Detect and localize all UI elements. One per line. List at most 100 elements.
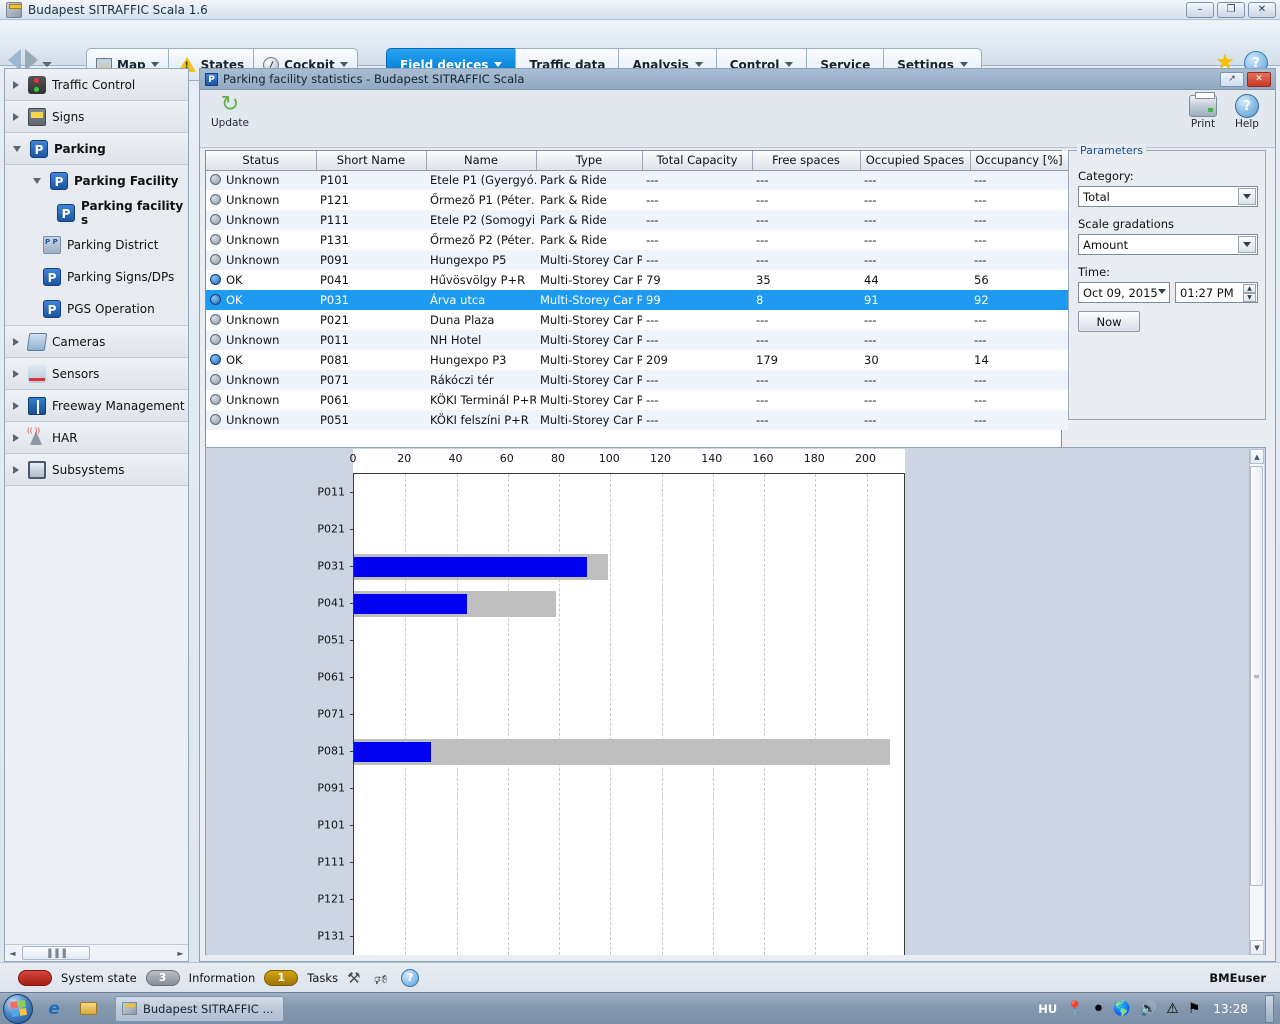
column-header-occupied-spaces[interactable]: Occupied Spaces [860,151,971,171]
column-header-total-capacity[interactable]: Total Capacity [642,151,753,171]
sidebar-item-pgs-operation[interactable]: P PGS Operation [5,293,188,325]
show-desktop-button[interactable] [1265,994,1274,1023]
chevron-down-icon[interactable] [42,61,52,67]
table-row[interactable]: Unknown P091 Hungexpo P5 Multi-Storey Car P… [206,250,1068,270]
chevron-right-icon[interactable] [13,80,19,89]
network-alert-icon[interactable]: ⚫ [1093,1001,1105,1017]
scroll-up-icon[interactable]: ▲ [1250,449,1264,464]
sidebar-item-parking-district[interactable]: Parking District [5,229,188,261]
scrollbar-thumb[interactable]: ≡ [1250,466,1263,886]
category-select[interactable]: Total [1078,186,1258,207]
chart-gridline [661,474,663,955]
sidebar-item-sensors[interactable]: Sensors [5,358,188,390]
chevron-right-icon[interactable] [13,465,19,474]
update-warning-icon[interactable]: ⚠ [1166,1001,1179,1017]
chevron-down-icon[interactable] [1238,188,1256,205]
stepper-down-icon[interactable]: ▼ [1243,293,1256,302]
table-row[interactable]: Unknown P111Etele P2 (Somogyi …Park & Rid… [206,210,1068,230]
minimize-button[interactable]: – [1186,2,1214,18]
chevron-down-icon[interactable] [13,145,21,152]
table-row[interactable]: Unknown P101 Etele P1 (Gyergyó… Park & Ride… [206,170,1068,190]
table-row[interactable]: OKP081Hungexpo P3Multi-Storey Car P…2091… [206,350,1068,370]
scrollbar-thumb[interactable]: ▐▐▐ [22,946,90,960]
column-header-occupancy-pct[interactable]: Occupancy [%] [970,151,1069,171]
chevron-right-icon[interactable] [13,369,19,378]
scroll-left-icon[interactable]: ◄ [5,946,20,961]
now-button[interactable]: Now [1078,311,1140,332]
volume-icon[interactable]: 🔊 [1140,1001,1157,1017]
globe-icon[interactable]: 🌎 [1113,1001,1130,1017]
chevron-down-icon[interactable] [694,62,703,67]
chart-y-tick-label: P031 [317,559,345,572]
stepper-up-icon[interactable]: ▲ [1243,284,1256,293]
column-header-short-name[interactable]: Short Name [316,151,427,171]
tools-icon[interactable] [347,969,365,987]
table-row[interactable]: Unknown P131 Őrmező P2 (Péter… Park & Ride -… [206,230,1068,250]
table-row[interactable]: Unknown P071 Rákóczi tér Multi-Storey Car P… [206,370,1068,390]
mute-bell-icon[interactable] [374,969,392,987]
quick-launch-explorer[interactable] [75,996,101,1022]
chevron-down-icon[interactable] [1238,236,1256,253]
cell-status: OK [206,270,316,290]
chevron-right-icon[interactable] [13,337,19,346]
taskbar-item-sitraffic[interactable]: Budapest SITRAFFIC ... [115,995,285,1022]
sidebar-item-har[interactable]: HAR [5,422,188,454]
print-button[interactable]: Print [1183,92,1223,130]
flag-alert-icon[interactable]: ⚑ [1188,1001,1201,1017]
chevron-down-icon[interactable] [1158,289,1166,294]
chevron-right-icon[interactable] [13,401,19,410]
table-row[interactable]: Unknown P061 KÖKI Terminál P+R Multi-Storey… [206,390,1068,410]
column-header-status[interactable]: Status [206,151,317,171]
quick-launch-internet-explorer[interactable]: e [41,996,67,1022]
chevron-down-icon[interactable] [959,62,968,67]
sidebar-item-parking-signs-dps[interactable]: P Parking Signs/DPs [5,261,188,293]
table-row[interactable]: UnknownP011NH HotelMulti-Storey Car P…--… [206,330,1068,350]
system-state-badge[interactable] [18,969,52,986]
help-icon[interactable]: ? [401,968,420,987]
sidebar-item-parking[interactable]: P Parking [5,133,188,165]
sidebar-item-subsystems[interactable]: Subsystems [5,454,188,486]
time-stepper[interactable]: ▲ ▼ [1243,284,1256,302]
sidebar-item-parking-facility[interactable]: P Parking Facility [5,165,188,197]
sidebar-item-freeway-management[interactable]: Freeway Management [5,390,188,422]
table-row[interactable]: Unknown P021Duna PlazaMulti-Storey Car P…… [206,310,1068,330]
sidebar-item-signs[interactable]: Signs [5,101,188,133]
pin-icon[interactable]: 📍 [1066,1001,1083,1017]
chevron-down-icon[interactable] [150,62,159,67]
table-row[interactable]: OK P041Hűvösvölgy P+RMulti-Storey Car P…7… [206,270,1068,290]
restore-button[interactable]: ❐ [1217,2,1245,18]
chevron-down-icon[interactable] [494,62,503,67]
sidebar-item-parking-facility-statistics[interactable]: P Parking facility s [5,197,188,229]
update-button[interactable]: ↻ Update [208,93,252,130]
help-button[interactable]: ? Help [1227,93,1267,130]
scroll-down-icon[interactable]: ▼ [1250,940,1264,955]
chart-vertical-scrollbar[interactable]: ▲ ≡ ▼ [1249,449,1264,955]
tray-clock[interactable]: 13:28 [1213,1002,1248,1016]
sidebar-item-traffic-control[interactable]: Traffic Control [5,69,188,101]
close-button[interactable]: ✕ [1248,2,1276,18]
information-count-badge[interactable]: 3 [145,969,180,986]
tray-language[interactable]: HU [1038,1002,1057,1016]
column-header-type[interactable]: Type [536,151,643,171]
tasks-count-badge[interactable]: 1 [264,969,299,986]
inner-close-button[interactable]: ✕ [1247,71,1271,87]
date-picker[interactable]: Oct 09, 2015 [1078,282,1170,303]
chevron-right-icon[interactable] [13,112,19,121]
time-spinner[interactable]: 01:27 PM ▲ ▼ [1175,282,1258,303]
table-row[interactable]: OK P031Árva utcaMulti-Storey Car P…998919… [206,290,1068,310]
sidebar-item-cameras[interactable]: Cameras [5,326,188,358]
table-row[interactable]: Unknown P121 Őrmező P1 (Péter… Park & Ride -… [206,190,1068,210]
chevron-down-icon[interactable] [339,62,348,67]
column-header-free-spaces[interactable]: Free spaces [752,151,861,171]
table-row[interactable]: Unknown P051 KÖKI felszíni P+R Multi-Storey… [206,410,1068,430]
scroll-right-icon[interactable]: ► [173,946,188,961]
chevron-down-icon[interactable] [33,177,41,184]
scrollbar-track[interactable]: ≡ [1250,464,1264,940]
chevron-right-icon[interactable] [13,433,19,442]
column-header-name[interactable]: Name [426,151,537,171]
chevron-down-icon[interactable] [785,62,794,67]
sidebar-horizontal-scrollbar[interactable]: ◄ ▐▐▐ ► [5,944,188,961]
start-button[interactable] [3,993,33,1024]
scale-gradations-select[interactable]: Amount [1078,234,1258,255]
inner-restore-button[interactable]: ↗ [1220,71,1244,87]
